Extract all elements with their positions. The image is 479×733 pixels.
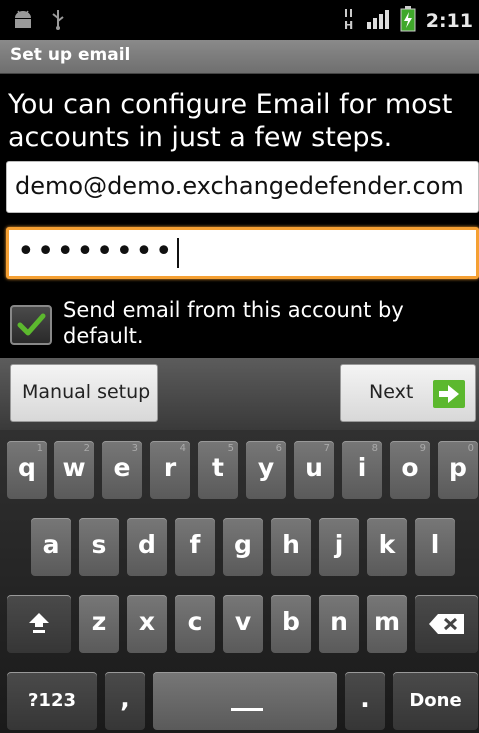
comma-key[interactable]: , [105,672,145,730]
key-f[interactable]: f [175,518,215,576]
shift-arrow-icon [29,613,49,633]
key-a[interactable]: a [31,518,71,576]
key-p[interactable]: 0p [438,441,478,499]
clock: 2:11 [425,10,473,32]
key-c[interactable]: c [175,595,215,653]
key-m[interactable]: m [367,595,407,653]
button-bar: Manual setup Next [0,358,479,430]
email-value: demo@demo.exchangedefender.com [15,172,464,200]
password-field[interactable]: •••••••• [6,227,479,279]
hspa-icon: H [342,7,356,35]
key-d[interactable]: d [127,518,167,576]
backspace-icon [429,614,464,634]
intro-text: You can configure Email for most account… [8,89,453,153]
key-y[interactable]: 6y [246,441,286,499]
key-e[interactable]: 3e [102,441,142,499]
text-cursor [176,237,179,268]
key-r[interactable]: 4r [150,441,190,499]
next-label: Next [369,381,414,403]
next-arrow-icon [433,380,465,408]
signal-icon [366,8,390,34]
key-n[interactable]: n [319,595,359,653]
shift-key[interactable] [7,595,71,653]
status-bar: H 2:11 [0,0,479,40]
next-button[interactable]: Next [340,364,476,422]
key-z[interactable]: z [79,595,119,653]
period-key[interactable]: . [345,672,385,730]
key-i[interactable]: 8i [342,441,382,499]
key-k[interactable]: k [367,518,407,576]
usb-icon [50,8,66,34]
key-x[interactable]: x [127,595,167,653]
default-account-row[interactable]: Send email from this account by default. [10,297,470,352]
default-account-label: Send email from this account by default. [63,298,404,348]
key-q[interactable]: 1q [7,441,47,499]
soft-keyboard: 1q 2w 3e 4r 5t 6y 7u 8i 9o 0p a s d f g … [0,430,479,733]
key-h[interactable]: h [271,518,311,576]
key-l[interactable]: l [415,518,455,576]
key-t[interactable]: 5t [198,441,238,499]
svg-text:H: H [344,19,353,31]
key-b[interactable]: b [271,595,311,653]
email-field[interactable]: demo@demo.exchangedefender.com [6,161,479,213]
key-j[interactable]: j [319,518,359,576]
default-account-checkbox[interactable] [10,305,52,345]
key-o[interactable]: 9o [390,441,430,499]
key-w[interactable]: 2w [54,441,94,499]
manual-setup-button[interactable]: Manual setup [10,364,158,422]
title-bar: Set up email [0,40,479,74]
spacebar-key[interactable] [153,672,337,730]
manual-setup-label: Manual setup [22,381,151,403]
done-key[interactable]: Done [393,672,478,730]
android-icon [12,9,34,33]
key-u[interactable]: 7u [294,441,334,499]
password-value: •••••••• [17,234,477,269]
backspace-key[interactable] [415,595,478,653]
battery-charging-icon [400,6,416,36]
key-g[interactable]: g [223,518,263,576]
symbols-key[interactable]: ?123 [7,672,97,730]
key-s[interactable]: s [79,518,119,576]
page-title: Set up email [10,45,131,65]
space-icon [231,708,263,711]
checkmark-icon [17,313,46,336]
key-v[interactable]: v [223,595,263,653]
